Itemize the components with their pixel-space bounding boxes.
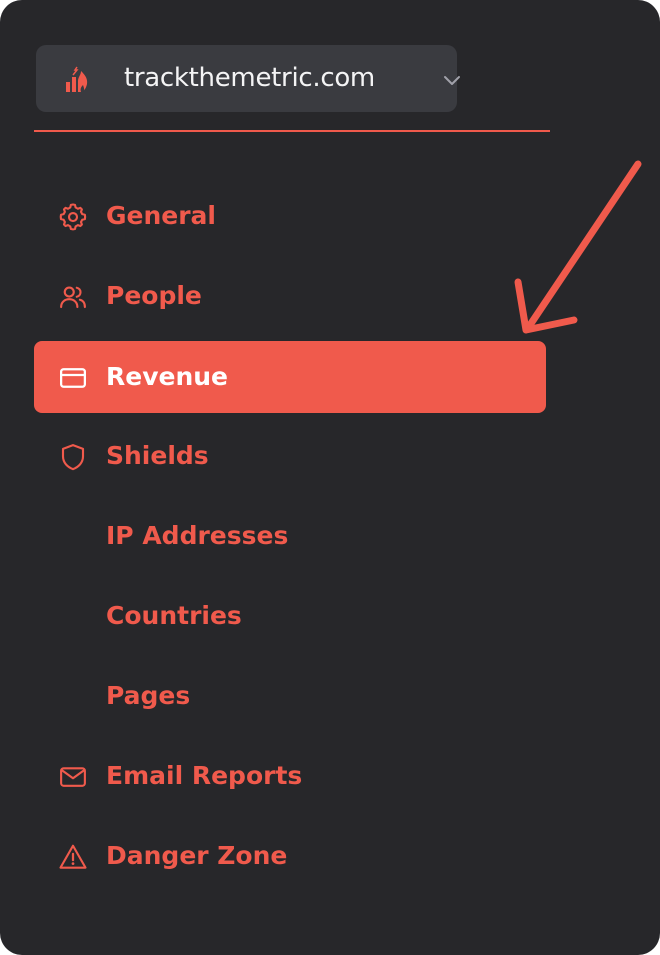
nav-item-label: Shields bbox=[106, 441, 209, 470]
nav-item-label: Danger Zone bbox=[106, 841, 288, 870]
nav-item-label: Countries bbox=[106, 601, 242, 630]
nav-item-label: Email Reports bbox=[106, 761, 303, 790]
nav-item-email-reports[interactable]: Email Reports bbox=[34, 740, 546, 812]
nav-item-shields[interactable]: Shields bbox=[34, 420, 546, 492]
users-icon bbox=[60, 286, 86, 309]
site-selector[interactable]: trackthemetric.com bbox=[36, 45, 460, 112]
nav-item-general[interactable]: General bbox=[34, 180, 546, 252]
shield-icon bbox=[61, 444, 85, 471]
nav-item-ip-addresses[interactable]: IP Addresses bbox=[34, 500, 546, 572]
warning-triangle-icon bbox=[59, 844, 87, 869]
settings-sidebar: trackthemetric.com General People Revenu… bbox=[0, 0, 660, 955]
gear-icon bbox=[59, 203, 87, 231]
nav-item-label: IP Addresses bbox=[106, 521, 289, 550]
nav-item-revenue[interactable]: Revenue bbox=[34, 341, 546, 413]
nav-item-label: People bbox=[106, 281, 202, 310]
pointing-arrow-icon bbox=[514, 160, 642, 334]
nav-item-countries[interactable]: Countries bbox=[34, 580, 546, 652]
chevron-down-icon[interactable] bbox=[441, 69, 463, 91]
envelope-icon bbox=[60, 767, 86, 787]
nav-item-pages[interactable]: Pages bbox=[34, 660, 546, 732]
nav-item-danger-zone[interactable]: Danger Zone bbox=[34, 820, 546, 892]
nav-item-label: Pages bbox=[106, 681, 191, 710]
nav-item-people[interactable]: People bbox=[34, 260, 546, 332]
site-name: trackthemetric.com bbox=[124, 63, 375, 93]
nav-item-label: Revenue bbox=[106, 362, 229, 391]
credit-card-icon bbox=[60, 368, 86, 388]
fire-chart-icon bbox=[66, 66, 88, 92]
selector-divider bbox=[34, 130, 550, 132]
nav-item-label: General bbox=[106, 201, 216, 230]
